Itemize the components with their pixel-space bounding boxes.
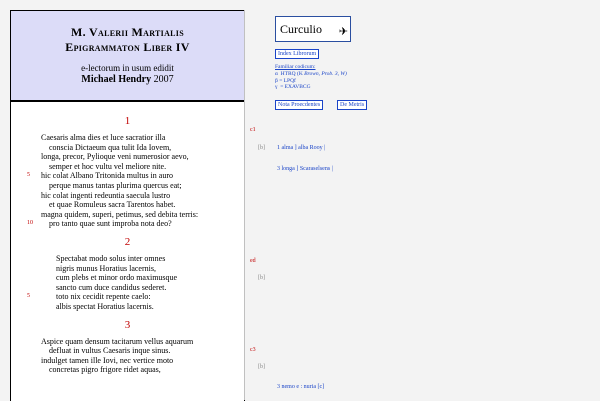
commentary-marker[interactable]: ed — [250, 258, 256, 264]
verse-line: defluat in vultus Caesaris inque sinus. — [11, 346, 244, 356]
notes-button[interactable]: Nota Proecdentes — [275, 100, 324, 110]
poem-text: Caesaris alma dies et luce sacratior ill… — [11, 133, 244, 229]
verse-line: longa, precor, Pylioque veni numerosior … — [11, 152, 244, 162]
book-title: Epigrammaton Liber IV — [65, 40, 190, 54]
poem-number: 3 — [124, 318, 131, 331]
author-title: M. Valerii Martialis — [71, 25, 184, 39]
verse-text: nigris munus Horatius lacernis, — [56, 263, 156, 273]
apparatus-note[interactable]: 1 alma ] alba Rooy | — [277, 145, 325, 151]
verse-text: cum plebs et minor ordo maximusque — [56, 273, 178, 283]
verse-text: indulget tamen ille Iovi, nec vertice mo… — [41, 355, 174, 365]
verse-text: magna quidem, superi, petimus, sed debit… — [41, 209, 199, 219]
verse-line: Caesaris alma dies et luce sacratior ill… — [11, 133, 244, 143]
verse-text: sancto cum duce candidus sederet. — [56, 282, 167, 292]
title-box: M. Valerii Martialis Epigrammaton Liber … — [11, 11, 244, 102]
verse-line: Aspice quam densum tacitarum vellus aqua… — [11, 337, 244, 347]
apparatus-column: Curculio ✈ Index Librorum Familiar codic… — [246, 0, 600, 400]
text-column: M. Valerii Martialis Epigrammaton Liber … — [10, 10, 245, 401]
edition-beta: β = LPQf — [275, 77, 296, 84]
apparatus-note[interactable]: 3 longa ] Scaraselsens | — [277, 166, 333, 172]
verse-line: nigris munus Horatius lacernis, — [11, 264, 244, 274]
verse-text: albis spectat Horatius lacernis. — [56, 301, 154, 311]
verse-text: defluat in vultus Caesaris inque sinus. — [49, 346, 171, 356]
verse-text: Aspice quam densum tacitarum vellus aqua… — [41, 336, 194, 346]
verse-line: 10 pro tanto quae sunt improba nota deo? — [11, 219, 244, 229]
verse-text: Caesaris alma dies et luce sacratior ill… — [41, 133, 166, 142]
commentary-marker[interactable]: c3 — [250, 347, 256, 353]
verse-line: Spectabat modo solus inter omnes — [11, 254, 244, 264]
verse-line: albis spectat Horatius lacernis. — [11, 302, 244, 312]
commentary-marker[interactable]: c1 — [250, 127, 256, 133]
verse-text: perque manus tantas plurima quercus eat; — [49, 180, 182, 190]
commentary-marker[interactable]: [b] — [258, 364, 265, 370]
verse-text: pro tanto quae sunt improba nota deo? — [49, 219, 172, 229]
bird-icon: ✈ — [338, 26, 348, 38]
verse-text: semper et hoc vultu vel meliore nite. — [49, 161, 167, 171]
verse-line: 5 hic colat Albano Tritonida multus in au… — [11, 171, 244, 181]
edition-subtitle: e-lectorum in usum edidit — [81, 63, 174, 73]
column-divider — [244, 10, 245, 400]
edition-gamma: γ = EXAVBCG — [275, 84, 311, 91]
verse-text: Spectabat modo solus inter omnes — [56, 253, 166, 263]
verse-text: hic colat ingenti redeuntia saecula lust… — [41, 190, 171, 200]
edition-year: 2007 — [153, 74, 174, 85]
verse-text: conscia Dictaeum qua tulit Ida Iovem, — [49, 142, 172, 152]
verse-line: sancto cum duce candidus sederet. — [11, 283, 244, 293]
logo-text: Curculio — [280, 22, 322, 36]
index-button[interactable]: Index Librorum — [275, 49, 320, 59]
verse-text: hic colat Albano Tritonida multus in aur… — [41, 171, 173, 181]
editor-name: Michael Hendry — [81, 74, 152, 85]
verse-line: cum plebs et minor ordo maximusque — [11, 273, 244, 283]
verse-line: semper et hoc vultu vel meliore nite. — [11, 162, 244, 172]
verse-line: conscia Dictaeum qua tulit Ida Iovem, — [11, 143, 244, 153]
edition-alpha: α HTRQ (K Brown, Prob. 3, W) — [275, 70, 347, 77]
curculio-logo[interactable]: Curculio ✈ — [275, 16, 351, 42]
editor-line: Michael Hendry 2007 — [11, 74, 244, 85]
apparatus-note[interactable]: 3 nemo e : nuria [c] — [277, 384, 324, 390]
commentary-marker[interactable]: [b] — [258, 145, 265, 151]
verse-line: perque manus tantas plurima quercus eat; — [11, 181, 244, 191]
poem-number: 2 — [124, 235, 131, 248]
verse-text: et quae Romuleus sacra Tarentos habet. — [49, 200, 176, 210]
line-number: 10 — [27, 220, 33, 227]
poem-number: 1 — [124, 115, 131, 127]
editions-list: Familiar codicum: α HTRQ (K Brown, Prob.… — [275, 64, 347, 91]
line-number: 5 — [27, 172, 30, 179]
meter-button[interactable]: De Metris — [337, 100, 368, 110]
verse-text: longa, precor, Pylioque veni numerosior … — [41, 152, 189, 162]
poem-text: Aspice quam densum tacitarum vellus aqua… — [11, 337, 244, 375]
verse-text: toto nix cecidit repente caelo: — [56, 292, 151, 302]
line-number: 5 — [27, 293, 30, 300]
verse-line: 5 toto nix cecidit repente caelo: — [11, 292, 244, 302]
verse-line: et quae Romuleus sacra Tarentos habet. — [11, 200, 244, 210]
commentary-marker[interactable]: [b] — [258, 275, 265, 281]
verse-text: concretas pigro frigore ridet aquas, — [49, 365, 161, 375]
verse-line: indulget tamen ille Iovi, nec vertice mo… — [11, 356, 244, 366]
verse-line: magna quidem, superi, petimus, sed debit… — [11, 210, 244, 220]
verse-line: concretas pigro frigore ridet aquas, — [11, 365, 244, 375]
verse-line: hic colat ingenti redeuntia saecula lust… — [11, 191, 244, 201]
editions-heading: Familiar codicum: — [275, 64, 316, 70]
poem-text: Spectabat modo solus inter omnes nigris m… — [11, 254, 244, 312]
poem-area: 1 Caesaris alma dies et luce sacratior il… — [11, 102, 244, 375]
